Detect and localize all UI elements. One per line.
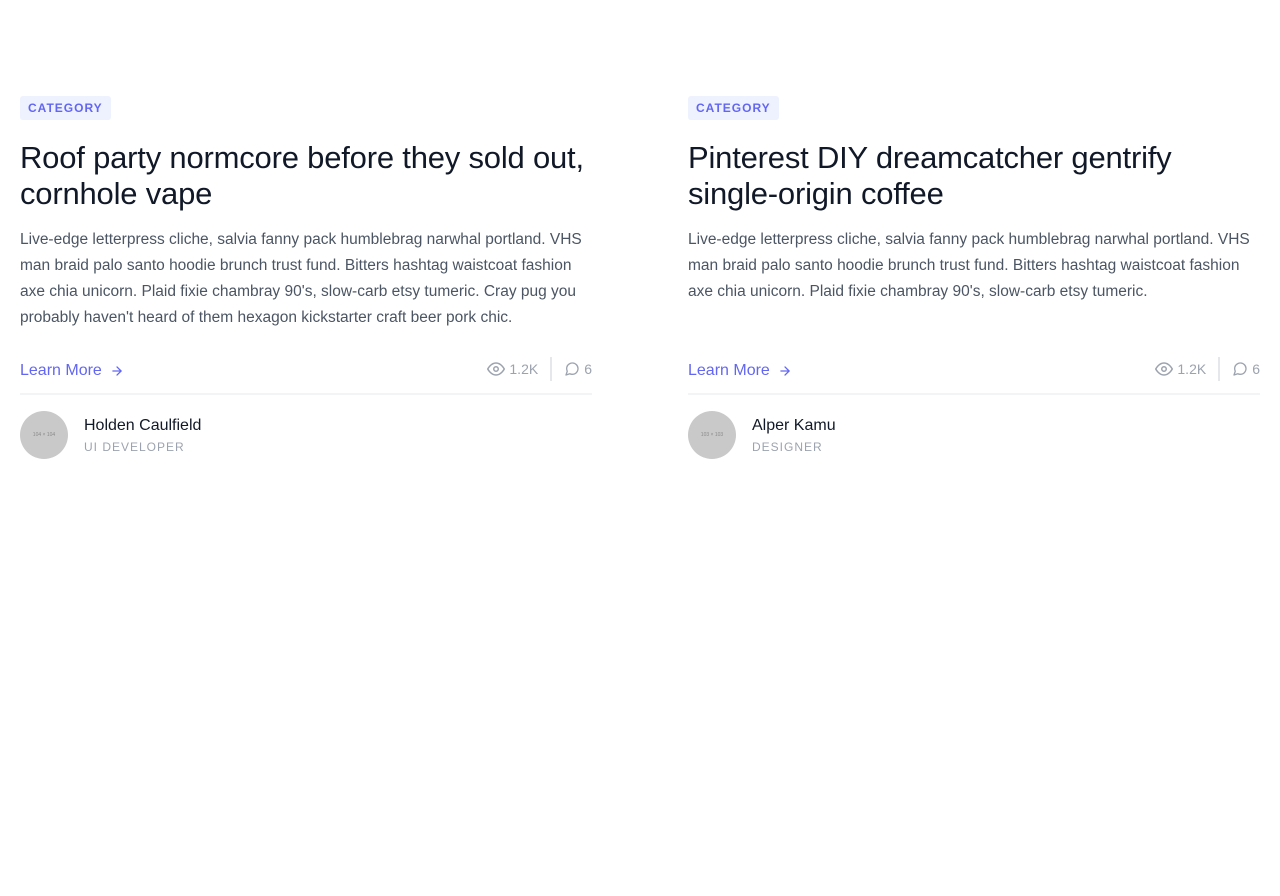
comments-value: 6 bbox=[1252, 361, 1260, 377]
avatar-placeholder-text: 103 × 103 bbox=[700, 432, 724, 438]
post-meta: Learn More 1.2K 6 bbox=[20, 357, 592, 395]
learn-more-label: Learn More bbox=[688, 362, 770, 379]
eye-icon bbox=[487, 362, 506, 376]
blog-section: CATEGORY Roof party normcore before they… bbox=[0, 0, 1280, 896]
comments-count: 6 bbox=[1232, 357, 1260, 381]
learn-more-label: Learn More bbox=[20, 362, 102, 379]
category-badge[interactable]: CATEGORY bbox=[20, 96, 111, 120]
blog-card: CATEGORY Pinterest DIY dreamcatcher gent… bbox=[688, 96, 1260, 459]
post-meta: Learn More 1.2K 6 bbox=[688, 357, 1260, 395]
author-block: 103 × 103 Alper Kamu DESIGNER bbox=[688, 411, 1260, 459]
post-stats: 1.2K 6 bbox=[487, 357, 592, 381]
views-value: 1.2K bbox=[1177, 361, 1207, 377]
avatar: 103 × 103 bbox=[688, 411, 736, 459]
avatar: 104 × 104 bbox=[20, 411, 68, 459]
views-count: 1.2K bbox=[487, 357, 553, 381]
views-count: 1.2K bbox=[1155, 357, 1221, 381]
avatar-placeholder-text: 104 × 104 bbox=[32, 432, 56, 438]
comments-count: 6 bbox=[564, 357, 592, 381]
comment-icon bbox=[565, 362, 579, 376]
author-role: DESIGNER bbox=[752, 439, 823, 454]
views-value: 1.2K bbox=[509, 361, 539, 377]
author-name: Holden Caulfield bbox=[84, 416, 202, 434]
comment-icon bbox=[1233, 362, 1247, 376]
author-info: Holden Caulfield UI DEVELOPER bbox=[84, 415, 201, 456]
arrow-right-icon bbox=[112, 366, 122, 376]
post-title[interactable]: Roof party normcore before they sold out… bbox=[20, 140, 592, 212]
blog-card: CATEGORY Roof party normcore before they… bbox=[20, 96, 592, 459]
post-description: Live-edge letterpress cliche, salvia fan… bbox=[20, 231, 582, 326]
arrow-right-icon bbox=[780, 366, 790, 376]
comments-value: 6 bbox=[584, 361, 592, 377]
learn-more-link[interactable]: Learn More bbox=[688, 361, 792, 381]
eye-icon bbox=[1155, 362, 1174, 376]
post-stats: 1.2K 6 bbox=[1155, 357, 1260, 381]
author-block: 104 × 104 Holden Caulfield UI DEVELOPER bbox=[20, 411, 592, 459]
author-info: Alper Kamu DESIGNER bbox=[752, 415, 836, 456]
category-badge[interactable]: CATEGORY bbox=[688, 96, 779, 120]
author-role: UI DEVELOPER bbox=[84, 439, 185, 454]
post-description: Live-edge letterpress cliche, salvia fan… bbox=[688, 231, 1250, 300]
learn-more-link[interactable]: Learn More bbox=[20, 361, 124, 381]
post-title[interactable]: Pinterest DIY dreamcatcher gentrify sing… bbox=[688, 140, 1260, 212]
author-name: Alper Kamu bbox=[752, 416, 836, 434]
